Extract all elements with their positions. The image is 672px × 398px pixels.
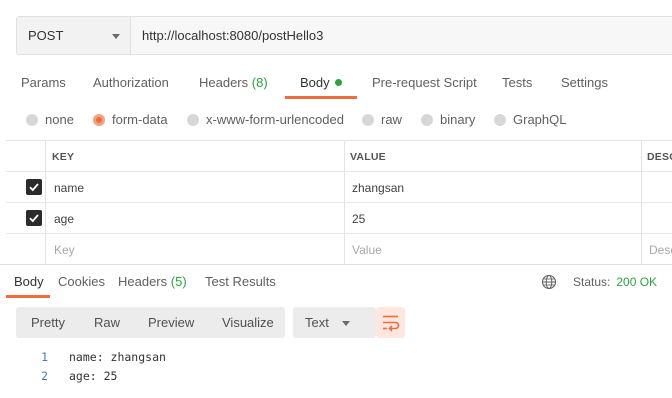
radio-binary[interactable]: binary (421, 112, 475, 127)
line-number: 2 (41, 369, 48, 383)
request-tabs: Params Authorization Headers (8) Body Pr… (0, 66, 672, 100)
row-checkbox[interactable] (26, 179, 42, 195)
status-dot-icon (334, 79, 342, 86)
radio-graphql[interactable]: GraphQL (494, 112, 566, 127)
tab-settings[interactable]: Settings (561, 75, 608, 90)
row-checkbox[interactable] (26, 210, 42, 226)
radio-circle-icon (494, 113, 506, 126)
format-label: Text (305, 315, 329, 330)
tab-label: Params (21, 75, 66, 90)
radio-form-data[interactable]: form-data (93, 112, 168, 127)
tab-pre-request-script[interactable]: Pre-request Script (372, 75, 477, 90)
header-description: DESC (647, 150, 672, 163)
tab-tests[interactable]: Tests (502, 75, 532, 90)
status-label: Status: (573, 275, 611, 289)
tab-label: Headers (118, 274, 168, 289)
param-key[interactable]: name (54, 172, 84, 203)
view-preview[interactable]: Preview (148, 315, 194, 330)
radio-label: x-www-form-urlencoded (206, 112, 344, 127)
status-value: 200 OK (616, 275, 658, 289)
line-number: 1 (41, 350, 48, 364)
tab-label: Cookies (58, 274, 105, 289)
response-body-editor[interactable]: 1 name: zhangsan 2 age: 25 (0, 348, 672, 386)
radio-label: GraphQL (513, 112, 567, 127)
tab-response-headers[interactable]: Headers (5) (118, 274, 187, 289)
table-header-row: KEY VALUE DESC (6, 141, 672, 172)
line-text: age: 25 (69, 369, 118, 383)
radio-x-www-form-urlencoded[interactable]: x-www-form-urlencoded (187, 112, 344, 127)
code-line: 1 name: zhangsan (0, 348, 672, 367)
view-raw[interactable]: Raw (94, 315, 120, 330)
method-label: POST (28, 28, 64, 43)
table-row: age 25 (6, 203, 672, 234)
radio-label: none (45, 112, 74, 127)
wrap-lines-icon (383, 315, 400, 332)
radio-circle-icon (362, 113, 374, 126)
line-text: name: zhangsan (69, 350, 166, 364)
check-icon (29, 214, 39, 223)
tab-count-badge: (8) (251, 75, 268, 90)
param-key[interactable]: age (54, 203, 74, 234)
radio-raw[interactable]: raw (362, 112, 402, 127)
body-type-options: none form-data x-www-form-urlencoded raw… (0, 106, 672, 134)
tab-authorization[interactable]: Authorization (93, 75, 169, 90)
request-url-bar: POST http://localhost:8080/postHello3 (16, 16, 672, 55)
tab-cookies[interactable]: Cookies (58, 274, 105, 289)
table-row: name zhangsan (6, 172, 672, 203)
code-line: 2 age: 25 (0, 367, 672, 386)
wrap-lines-button[interactable] (376, 307, 405, 338)
chevron-down-icon (342, 321, 350, 326)
description-placeholder[interactable]: Desc (649, 234, 672, 265)
chevron-down-icon (112, 34, 120, 39)
header-value: VALUE (350, 150, 386, 163)
tab-label: Pre-request Script (372, 75, 477, 90)
tab-label: Authorization (93, 75, 169, 90)
url-text: http://localhost:8080/postHello3 (142, 28, 324, 43)
radio-label: raw (381, 112, 402, 127)
active-tab-indicator (6, 295, 50, 298)
url-input[interactable]: http://localhost:8080/postHello3 (131, 17, 672, 54)
param-value[interactable]: 25 (352, 203, 365, 234)
radio-label: form-data (112, 112, 168, 127)
radio-circle-icon (187, 113, 199, 126)
header-key: KEY (52, 150, 75, 163)
radio-circle-icon (421, 113, 433, 126)
tab-label: Headers (199, 75, 249, 90)
view-mode-toggle: Pretty Raw Preview Visualize (16, 307, 285, 338)
view-visualize[interactable]: Visualize (222, 315, 274, 330)
view-pretty[interactable]: Pretty (31, 315, 65, 330)
tab-count-badge: (5) (170, 274, 187, 289)
radio-circle-icon (26, 113, 38, 126)
tab-label: Test Results (205, 274, 276, 289)
table-row-new: Key Value Desc (6, 234, 672, 265)
tab-label: Settings (561, 75, 608, 90)
form-data-table: KEY VALUE DESC name zhangsan age 25 Key … (6, 140, 672, 265)
param-value[interactable]: zhangsan (352, 172, 404, 203)
tab-label: Tests (502, 75, 533, 90)
radio-label: binary (440, 112, 476, 127)
method-select[interactable]: POST (17, 17, 131, 54)
tab-body[interactable]: Body (300, 75, 342, 90)
response-tabs: Body Cookies Headers (5) Test Results St… (0, 264, 672, 298)
globe-icon[interactable] (541, 274, 557, 290)
radio-circle-icon (93, 113, 105, 126)
key-placeholder[interactable]: Key (54, 234, 75, 265)
active-tab-indicator (285, 96, 357, 99)
tab-test-results[interactable]: Test Results (205, 274, 276, 289)
check-icon (29, 183, 39, 192)
tab-label: Body (300, 75, 330, 90)
radio-none[interactable]: none (26, 112, 74, 127)
tab-params[interactable]: Params (21, 75, 66, 90)
response-status: Status: 200 OK T (541, 274, 672, 290)
value-placeholder[interactable]: Value (352, 234, 382, 265)
tab-headers[interactable]: Headers (8) (199, 75, 268, 90)
format-select[interactable]: Text (293, 307, 376, 338)
tab-label: Body (14, 274, 44, 289)
tab-response-body[interactable]: Body (14, 274, 44, 289)
